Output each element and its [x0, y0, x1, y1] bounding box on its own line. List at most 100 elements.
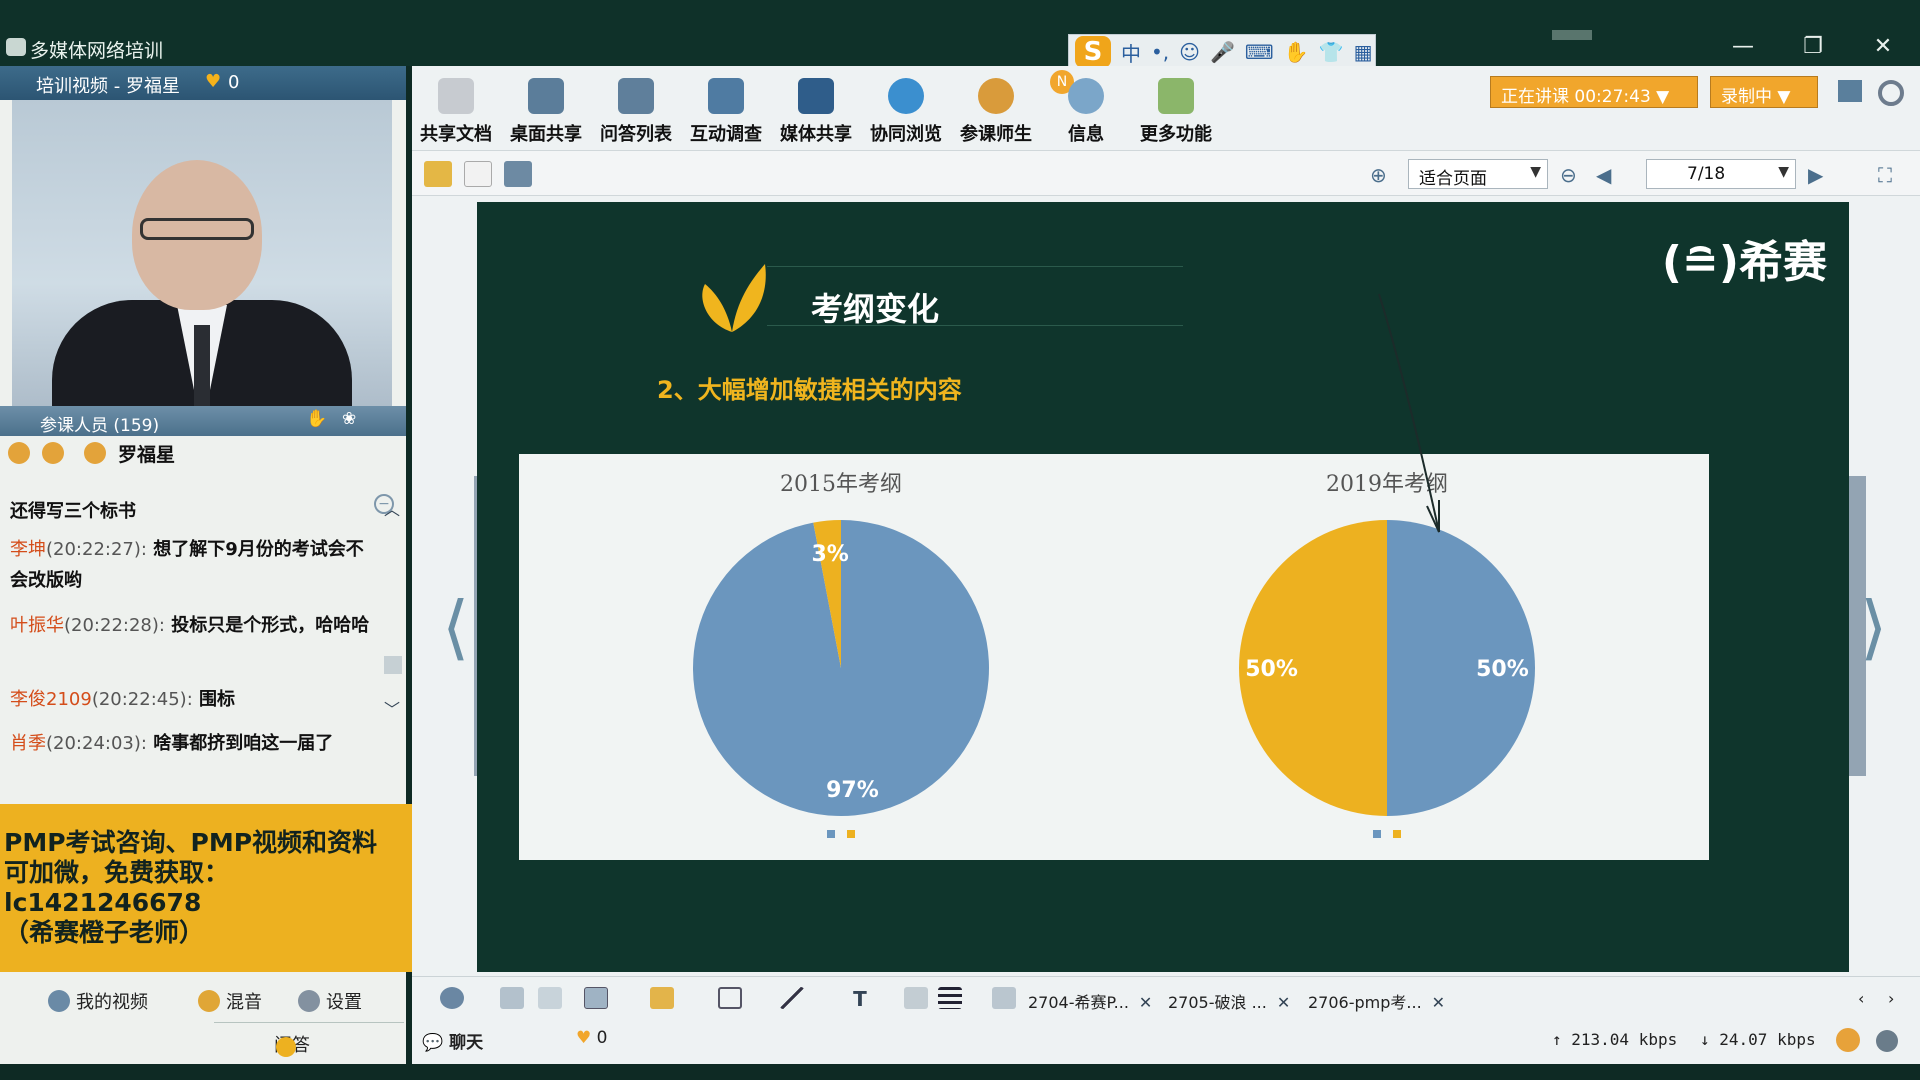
- rectangle-icon[interactable]: [718, 987, 742, 1009]
- open-folder-icon[interactable]: [424, 161, 452, 187]
- raise-hand-icon[interactable]: ✋: [306, 409, 327, 429]
- restore-button[interactable]: ❐: [1794, 34, 1832, 60]
- screenshot-icon[interactable]: [992, 987, 1016, 1009]
- desktop-share-button[interactable]: 桌面共享: [506, 78, 586, 146]
- tab-qa[interactable]: 问答: [214, 1022, 404, 1064]
- zoom-in-icon[interactable]: ⊕: [1370, 163, 1387, 187]
- keyboard-icon[interactable]: ⌨: [1245, 40, 1274, 64]
- document-icon: [438, 78, 474, 114]
- scroll-thumb[interactable]: [384, 656, 402, 674]
- legend-swatch-yellow: [1392, 830, 1401, 838]
- emoji-icon[interactable]: ☺: [1179, 40, 1200, 64]
- settings-label: 设置: [326, 992, 362, 1013]
- co-browse-button[interactable]: 协同浏览: [866, 78, 946, 146]
- eraser-icon[interactable]: [500, 987, 524, 1009]
- chat-message: 还得写三个标书: [10, 496, 380, 527]
- mic-icon[interactable]: 🎤: [1210, 40, 1235, 64]
- chevron-down-icon[interactable]: ﹀: [384, 696, 400, 720]
- attendees-button[interactable]: 参课师生: [956, 78, 1036, 146]
- highlighter-icon[interactable]: [650, 987, 674, 1009]
- legend-swatch-blue: [827, 830, 836, 838]
- chat-sender[interactable]: 李坤: [10, 539, 46, 560]
- drag-handle[interactable]: [1552, 30, 1592, 40]
- zoom-out-icon[interactable]: ⊖: [1560, 163, 1577, 187]
- hand-icon[interactable]: ✋: [1284, 40, 1309, 64]
- sogou-logo-icon[interactable]: S: [1075, 36, 1111, 68]
- chat-sender[interactable]: 叶振华: [10, 615, 64, 636]
- lecturing-status-button[interactable]: 正在讲课 00:27:43 ▼: [1490, 76, 1698, 108]
- heart-icon[interactable]: ♥ 0: [576, 1028, 607, 1048]
- tabs-prev-icon[interactable]: ‹: [1858, 989, 1864, 1008]
- promo-line: 可加微，免费获取：: [4, 858, 230, 887]
- grid-icon[interactable]: ▦: [1354, 40, 1373, 64]
- zoom-select[interactable]: 适合页面 ▼: [1408, 159, 1548, 189]
- chat-sender[interactable]: 肖季: [10, 733, 46, 754]
- presenter-row[interactable]: 罗福星: [0, 436, 406, 470]
- my-video-button[interactable]: 我的视频: [48, 988, 148, 1014]
- info-button[interactable]: 信息: [1046, 78, 1126, 146]
- media-share-button[interactable]: 媒体共享: [776, 78, 856, 146]
- prev-page-icon[interactable]: ◀: [1596, 163, 1611, 187]
- line-width-icon[interactable]: [938, 987, 962, 1009]
- chat-message: 李坤(20:22:27): 想了解下9月份的考试会不会改版哟: [10, 534, 380, 596]
- minimize-button[interactable]: —: [1724, 34, 1762, 60]
- doc-tab[interactable]: 2704-希赛P... ✕: [1028, 989, 1152, 1013]
- text-tool-icon[interactable]: T: [848, 987, 872, 1011]
- chat-text: 围标: [199, 689, 236, 710]
- ime-mode-label[interactable]: 中: [1121, 38, 1141, 67]
- chevron-down-icon: ▼: [1530, 164, 1541, 180]
- my-video-label: 我的视频: [76, 992, 148, 1013]
- close-icon[interactable]: ✕: [1432, 993, 1445, 1012]
- share-doc-button[interactable]: 共享文档: [416, 78, 496, 146]
- chat-scrollbar[interactable]: ︿ ﹀: [384, 496, 402, 796]
- survey-button[interactable]: 互动调查: [686, 78, 766, 146]
- doc-tab[interactable]: 2706-pmp考... ✕: [1308, 989, 1445, 1013]
- heart-icon[interactable]: ♥: [205, 71, 221, 92]
- fullscreen-icon[interactable]: ⛶: [1878, 163, 1892, 187]
- close-icon[interactable]: ✕: [1277, 993, 1290, 1012]
- slide-subtitle: 2、大幅增加敏捷相关的内容: [657, 376, 962, 404]
- tabs-next-icon[interactable]: ›: [1888, 989, 1894, 1008]
- participants-bar[interactable]: 参课人员 (159) ✋ ❀: [0, 406, 406, 436]
- next-slide-arrow[interactable]: ⟩: [1860, 586, 1887, 668]
- prev-slide-arrow[interactable]: ⟨: [442, 586, 469, 668]
- save-icon[interactable]: [504, 161, 532, 187]
- chat-message: 叶振华(20:22:28): 投标只是个形式，哈哈哈: [10, 610, 380, 641]
- settings-button[interactable]: 设置: [298, 988, 362, 1014]
- chevron-up-icon[interactable]: ︿: [384, 496, 400, 520]
- chat-time: (20:22:28):: [64, 615, 165, 636]
- ime-toolbar[interactable]: S 中 •, ☺ 🎤 ⌨ ✋ 👕 ▦: [1068, 34, 1376, 70]
- next-page-icon[interactable]: ▶: [1808, 163, 1823, 187]
- close-icon[interactable]: ✕: [1139, 993, 1152, 1012]
- doc-tab[interactable]: 2705-破浪 ... ✕: [1168, 989, 1290, 1013]
- chat-time: (20:24:03):: [46, 733, 147, 754]
- page-select[interactable]: 7/18 ▼: [1646, 159, 1796, 189]
- pie-data-label: 50%: [1476, 657, 1529, 682]
- note-icon[interactable]: [538, 987, 562, 1009]
- person-icon: [48, 990, 70, 1012]
- promo-banner: PMP考试咨询、PMP视频和资料 可加微，免费获取： lc1421246678 …: [0, 804, 454, 972]
- new-document-icon[interactable]: [464, 161, 492, 187]
- doc-tab-label: 2706-pmp考...: [1308, 993, 1422, 1012]
- settings-gear-icon[interactable]: [1878, 80, 1904, 106]
- recording-status-button[interactable]: 录制中 ▼: [1710, 76, 1818, 108]
- pointer-icon[interactable]: [440, 987, 464, 1009]
- mix-button[interactable]: 混音: [198, 988, 262, 1014]
- more-functions-button[interactable]: 更多功能: [1136, 78, 1216, 146]
- qa-list-button[interactable]: 问答列表: [596, 78, 676, 146]
- video-title: 培训视频 - 罗福星: [36, 76, 180, 97]
- line-icon[interactable]: [780, 987, 804, 1009]
- chat-sender[interactable]: 李俊2109: [10, 689, 92, 710]
- color-icon[interactable]: [904, 987, 928, 1009]
- pen-icon[interactable]: [584, 987, 608, 1009]
- shirt-icon[interactable]: 👕: [1319, 40, 1344, 64]
- group-icon[interactable]: ❀: [342, 409, 356, 429]
- punct-icon[interactable]: •,: [1151, 40, 1169, 64]
- mixer-icon: [198, 990, 220, 1012]
- close-button[interactable]: ✕: [1864, 34, 1902, 60]
- doc-tab-label: 2704-希赛P...: [1028, 993, 1129, 1012]
- layout-icon[interactable]: [1838, 80, 1862, 102]
- tab-chat[interactable]: 💬 聊天: [422, 1028, 483, 1053]
- bottom-strip: [0, 1064, 1920, 1080]
- chat-message: 李俊2109(20:22:45): 围标: [10, 684, 380, 715]
